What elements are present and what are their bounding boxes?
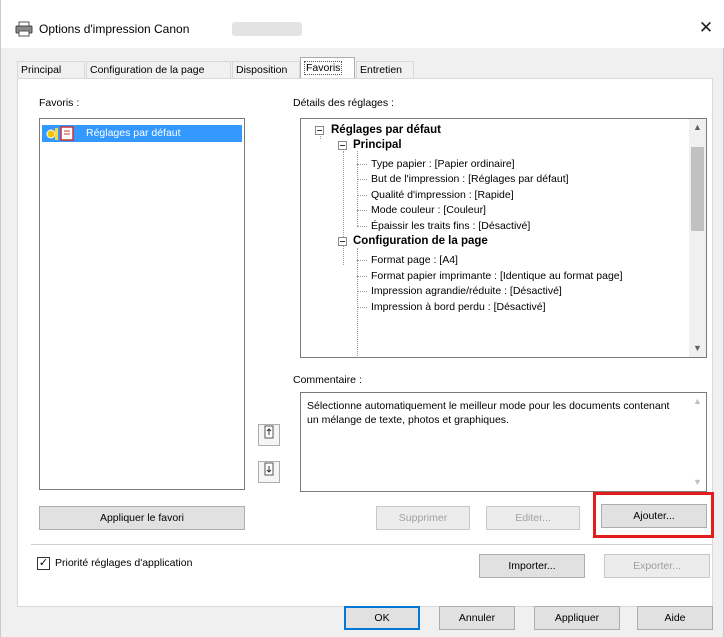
tree-item: Qualité d'impression : [Rapide] — [371, 189, 514, 201]
tree-item: Format papier imprimante : [Identique au… — [371, 270, 623, 282]
comment-box: Sélectionne automatiquement le meilleur … — [300, 392, 707, 492]
details-scrollbar[interactable]: ▲ ▼ — [689, 119, 706, 357]
favorites-label: Favoris : — [39, 97, 80, 109]
move-up-icon — [264, 425, 274, 439]
apply-button[interactable]: Appliquer — [534, 606, 620, 630]
tab-disposition[interactable]: Disposition — [232, 61, 300, 79]
priority-label: Priorité réglages d'application — [55, 557, 193, 569]
help-button[interactable]: Aide — [637, 606, 713, 630]
scroll-up-icon[interactable]: ▲ — [689, 119, 706, 136]
delete-button[interactable]: Supprimer — [376, 506, 470, 530]
comment-label: Commentaire : — [293, 374, 362, 386]
move-up-button[interactable] — [258, 424, 280, 446]
favorite-item-default[interactable]: Réglages par défaut — [42, 125, 242, 142]
window-title: Options d'impression Canon — [39, 22, 190, 36]
priority-checkbox[interactable]: ✓ — [37, 557, 50, 570]
collapse-config-page-icon — [338, 237, 347, 246]
collapse-principal-icon — [338, 141, 347, 150]
scroll-down-icon[interactable]: ▼ — [689, 340, 706, 357]
cancel-button[interactable]: Annuler — [439, 606, 515, 630]
comment-text: Sélectionne automatiquement le meilleur … — [307, 400, 670, 426]
tree-root: Réglages par défaut — [331, 124, 441, 136]
highlight-box — [593, 492, 714, 538]
tree-group-config-page: Configuration de la page — [353, 235, 488, 247]
printer-options-dialog: Options d'impression Canon ✕ Principal C… — [0, 0, 724, 637]
tab-favoris-label: Favoris — [304, 61, 343, 75]
tree-item: But de l'impression : [Réglages par défa… — [371, 173, 569, 185]
details-label: Détails des réglages : — [293, 97, 394, 109]
tab-configuration-page[interactable]: Configuration de la page — [86, 61, 231, 79]
tab-entretien[interactable]: Entretien — [356, 61, 414, 79]
printer-icon — [15, 21, 33, 37]
tree-item: Impression à bord perdu : [Désactivé] — [371, 301, 546, 313]
tree-item: Impression agrandie/réduite : [Désactivé… — [371, 285, 562, 297]
collapse-root-icon — [315, 126, 324, 135]
favorites-list[interactable]: Réglages par défaut — [39, 118, 245, 490]
close-button[interactable]: ✕ — [695, 17, 717, 39]
settings-details-tree[interactable]: Réglages par défaut Principal Type papie… — [300, 118, 707, 358]
tab-principal[interactable]: Principal — [17, 61, 85, 79]
ok-button[interactable]: OK — [344, 606, 420, 630]
tab-favoris[interactable]: Favoris — [300, 57, 355, 79]
scroll-up-icon: ▲ — [693, 396, 702, 406]
move-down-button[interactable] — [258, 461, 280, 483]
favorite-item-label: Réglages par défaut — [86, 127, 181, 139]
apply-favorite-button[interactable]: Appliquer le favori — [39, 506, 245, 530]
tree-item: Type papier : [Papier ordinaire] — [371, 158, 515, 170]
move-down-icon — [264, 462, 274, 476]
favorite-settings-icon — [46, 126, 74, 141]
tree-item: Format page : [A4] — [371, 254, 458, 266]
edit-button[interactable]: Editer... — [486, 506, 580, 530]
tree-group-principal: Principal — [353, 139, 402, 151]
printer-model-redacted — [232, 22, 302, 36]
import-button[interactable]: Importer... — [479, 554, 585, 578]
tree-item: Épaissir les traits fins : [Désactivé] — [371, 220, 531, 232]
title-bar: Options d'impression Canon ✕ — [1, 0, 724, 48]
tree-item: Mode couleur : [Couleur] — [371, 204, 486, 216]
comment-scrollbar: ▲ ▼ — [689, 393, 706, 491]
scroll-down-icon: ▼ — [693, 477, 702, 487]
scroll-thumb[interactable] — [691, 147, 704, 231]
separator — [31, 544, 713, 545]
export-button[interactable]: Exporter... — [604, 554, 710, 578]
